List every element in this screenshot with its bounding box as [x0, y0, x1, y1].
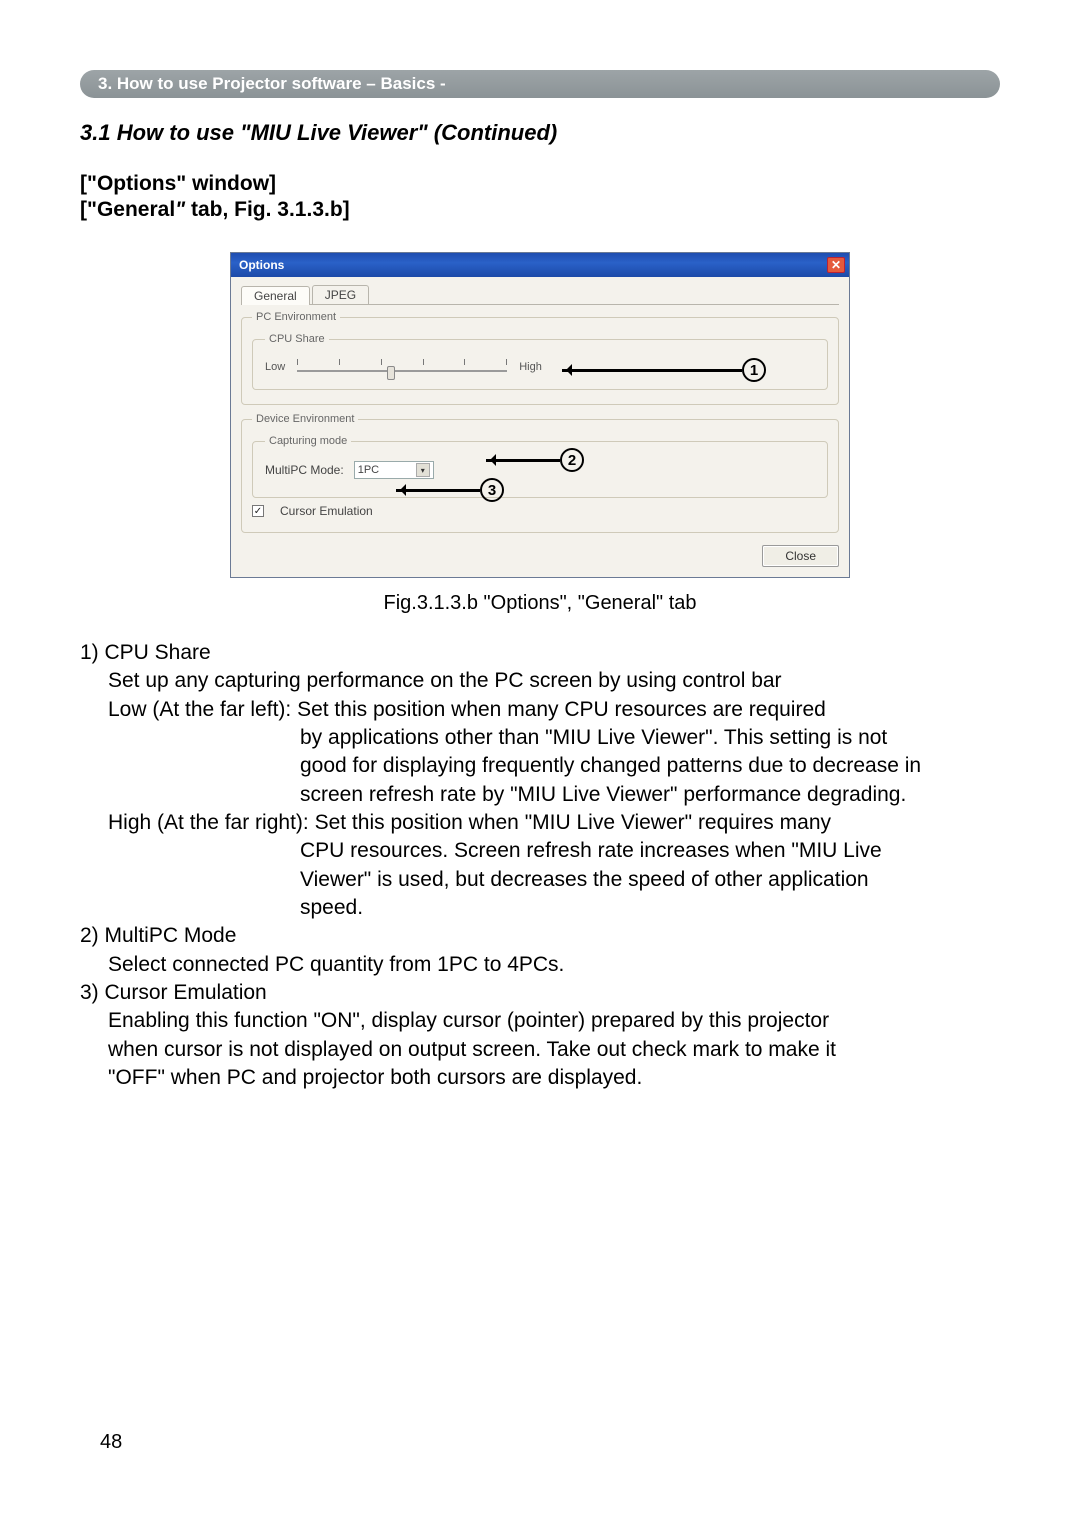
tabs: General JPEG — [241, 285, 839, 305]
line-3b: by applications other than "MIU Live Vie… — [80, 724, 1000, 752]
legend-cpu-share: CPU Share — [265, 333, 329, 345]
cursor-emulation-checkbox[interactable]: ✓ — [252, 505, 264, 517]
label-high: High — [519, 361, 542, 373]
line-5: 2) MultiPC Mode — [80, 922, 1000, 950]
line-4: High (At the far right): Set this positi… — [80, 809, 1000, 837]
multipc-dropdown[interactable]: 1PC ▾ — [354, 461, 434, 479]
line-3d: screen refresh rate by "MIU Live Viewer"… — [80, 781, 1000, 809]
legend-device-environment: Device Environment — [252, 413, 358, 425]
line-7: 3) Cursor Emulation — [80, 979, 1000, 1007]
line-4b: CPU resources. Screen refresh rate incre… — [80, 837, 1000, 865]
sub2-prefix: ["General — [80, 198, 175, 221]
callout-number-2: 2 — [560, 448, 584, 472]
line-3c: good for displaying frequently changed p… — [80, 752, 1000, 780]
page-number: 48 — [100, 1431, 122, 1454]
slider-thumb[interactable] — [387, 366, 395, 380]
callout-number-3: 3 — [480, 478, 504, 502]
screenshot-options-window: Options ✕ General JPEG PC Environment CP… — [230, 252, 850, 578]
label-low: Low — [265, 361, 285, 373]
callout-1: 1 — [562, 358, 766, 382]
subheading-options-window: ["Options" window] — [80, 172, 1000, 196]
sub2-italic: " — [175, 198, 185, 221]
line-1: 1) CPU Share — [80, 639, 1000, 667]
close-button[interactable]: Close — [762, 545, 839, 567]
titlebar: Options ✕ — [231, 253, 849, 277]
sub2-suffix: tab, Fig. 3.1.3.b] — [185, 198, 350, 221]
window-options: Options ✕ General JPEG PC Environment CP… — [230, 252, 850, 578]
close-icon[interactable]: ✕ — [827, 257, 845, 273]
line-8: Enabling this function "ON", display cur… — [80, 1007, 1000, 1035]
line-3: Low (At the far left): Set this position… — [80, 696, 1000, 724]
line-4d: speed. — [80, 894, 1000, 922]
chevron-down-icon[interactable]: ▾ — [416, 463, 430, 477]
line-9: when cursor is not displayed on output s… — [80, 1036, 1000, 1064]
window-title: Options — [239, 258, 284, 272]
label-cursor-emulation: Cursor Emulation — [280, 504, 373, 518]
legend-capturing-mode: Capturing mode — [265, 435, 351, 447]
body-text: 1) CPU Share Set up any capturing perfor… — [80, 639, 1000, 1093]
callout-number-1: 1 — [742, 358, 766, 382]
multipc-value: 1PC — [358, 464, 379, 476]
line-6: Select connected PC quantity from 1PC to… — [80, 951, 1000, 979]
subheading-general-tab: ["General" tab, Fig. 3.1.3.b] — [80, 198, 1000, 222]
line-10: "OFF" when PC and projector both cursors… — [80, 1064, 1000, 1092]
group-device-environment: Device Environment Capturing mode MultiP… — [241, 413, 839, 533]
callout-3: 3 — [396, 478, 504, 502]
legend-pc-environment: PC Environment — [252, 311, 340, 323]
callout-2: 2 — [486, 448, 584, 472]
breadcrumb: 3. How to use Projector software – Basic… — [80, 70, 1000, 98]
line-4c: Viewer" is used, but decreases the speed… — [80, 866, 1000, 894]
label-multipc: MultiPC Mode: — [265, 463, 344, 477]
cpu-share-slider[interactable] — [297, 359, 507, 375]
tab-jpeg[interactable]: JPEG — [312, 285, 369, 304]
section-title: 3.1 How to use "MIU Live Viewer" (Contin… — [80, 120, 1000, 146]
line-2: Set up any capturing performance on the … — [80, 667, 1000, 695]
figure-caption: Fig.3.1.3.b "Options", "General" tab — [80, 592, 1000, 615]
tab-general[interactable]: General — [241, 286, 310, 305]
